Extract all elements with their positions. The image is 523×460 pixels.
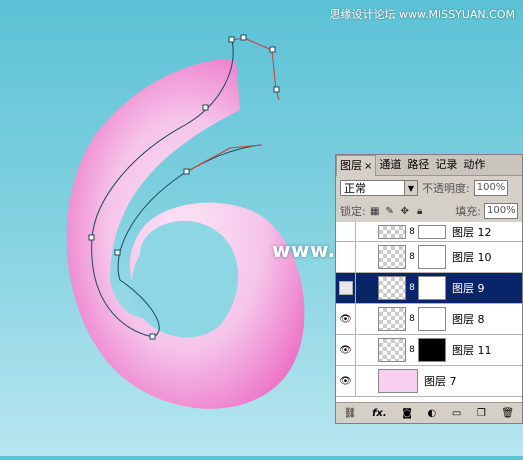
- layer-mask-thumbnail[interactable]: [418, 245, 446, 269]
- layer-row[interactable]: 👁︎ 8 图层 11: [336, 335, 522, 366]
- visibility-toggle[interactable]: [336, 222, 356, 241]
- layer-name: 图层 12: [452, 225, 492, 239]
- tab-layers[interactable]: 图层 ×: [336, 155, 377, 176]
- layer-thumbnail: [378, 369, 418, 393]
- layer-name: 图层 7: [424, 375, 457, 388]
- eye-icon: 👁︎: [339, 344, 352, 356]
- layer-thumbnail: [378, 276, 406, 300]
- layer-thumbnail: [378, 307, 406, 331]
- lock-label: 锁定:: [340, 205, 366, 218]
- layer-name: 图层 10: [452, 251, 492, 264]
- tab-paths[interactable]: 路径: [404, 155, 432, 175]
- fill-input[interactable]: 100%: [484, 203, 518, 219]
- lock-transparency-icon[interactable]: ▦: [369, 205, 381, 217]
- site-watermark-top: 思缘设计论坛 www.MISSYUAN.COM: [329, 8, 515, 21]
- lock-move-icon[interactable]: ✥: [399, 205, 411, 217]
- layer-row[interactable]: 👁︎ 8 图层 8: [336, 304, 522, 335]
- layer-mask-thumbnail[interactable]: [418, 276, 446, 300]
- layer-mask-thumbnail[interactable]: [418, 224, 446, 239]
- eye-icon: 👁︎: [339, 375, 352, 387]
- new-layer-icon[interactable]: ❐: [477, 408, 486, 419]
- opacity-label: 不透明度:: [422, 182, 470, 195]
- eye-icon: 👁︎: [339, 313, 352, 325]
- visibility-toggle[interactable]: 👁︎: [336, 335, 356, 365]
- panel-tabs: 图层 × 通道 路径 记录 动作: [336, 155, 522, 176]
- tab-layers-label: 图层: [340, 159, 362, 172]
- layer-name: 图层 11: [452, 344, 492, 357]
- adjustment-icon[interactable]: ◐: [428, 408, 437, 419]
- layer-row[interactable]: 8 图层 10: [336, 242, 522, 273]
- link-icon: 8: [409, 345, 415, 355]
- close-icon[interactable]: ×: [364, 161, 372, 172]
- opacity-input[interactable]: 100%: [473, 180, 508, 196]
- visibility-toggle[interactable]: [336, 273, 356, 303]
- layer-row[interactable]: 8 图层 12: [336, 222, 522, 242]
- layer-name: 图层 8: [452, 313, 485, 326]
- six-shape-counter: [131, 220, 239, 338]
- layer-list: 8 图层 12 8 图层 10 8 图层 9 👁︎ 8 图层 8 👁︎ 8 图层…: [336, 222, 522, 402]
- layer-mask-thumbnail[interactable]: [418, 307, 446, 331]
- blend-mode-select[interactable]: 正常 ▼: [340, 180, 418, 196]
- visibility-toggle[interactable]: 👁︎: [336, 304, 356, 334]
- trash-icon[interactable]: 🗑︎: [501, 408, 514, 419]
- link-layers-icon[interactable]: ⛓: [344, 408, 357, 419]
- tab-channels[interactable]: 通道: [376, 155, 404, 175]
- tab-history[interactable]: 记录: [432, 155, 460, 175]
- link-icon: 8: [409, 226, 415, 237]
- link-icon: 8: [409, 314, 415, 324]
- link-icon: 8: [409, 252, 415, 262]
- layer-row-selected[interactable]: 8 图层 9: [336, 273, 522, 304]
- blend-mode-value: 正常: [344, 182, 366, 195]
- panel-bottom-toolbar: ⛓ fx. ◙ ◐ ▭ ❐ 🗑︎: [336, 402, 522, 423]
- hidden-eye-icon: [338, 281, 353, 295]
- chevron-down-icon[interactable]: ▼: [404, 181, 417, 195]
- fill-label: 填充:: [455, 205, 481, 218]
- layer-thumbnail: [378, 338, 406, 362]
- layer-thumbnail: [378, 224, 406, 239]
- fx-icon[interactable]: fx.: [372, 408, 387, 419]
- layer-name: 图层 9: [452, 282, 485, 295]
- layer-row[interactable]: 👁︎ 图层 7: [336, 366, 522, 397]
- mask-icon[interactable]: ◙: [402, 408, 412, 419]
- lock-all-icon[interactable]: 🔒︎: [414, 205, 426, 217]
- tab-actions[interactable]: 动作: [460, 155, 488, 175]
- visibility-toggle[interactable]: [336, 242, 356, 272]
- layer-mask-thumbnail[interactable]: [418, 338, 446, 362]
- layers-panel: 图层 × 通道 路径 记录 动作 正常 ▼ 不透明度: 100% 锁定: ▦ ✎ …: [335, 154, 523, 424]
- visibility-toggle[interactable]: 👁︎: [336, 366, 356, 396]
- lock-paint-icon[interactable]: ✎: [384, 205, 396, 217]
- layer-thumbnail: [378, 245, 406, 269]
- group-icon[interactable]: ▭: [452, 408, 461, 419]
- link-icon: 8: [409, 283, 415, 293]
